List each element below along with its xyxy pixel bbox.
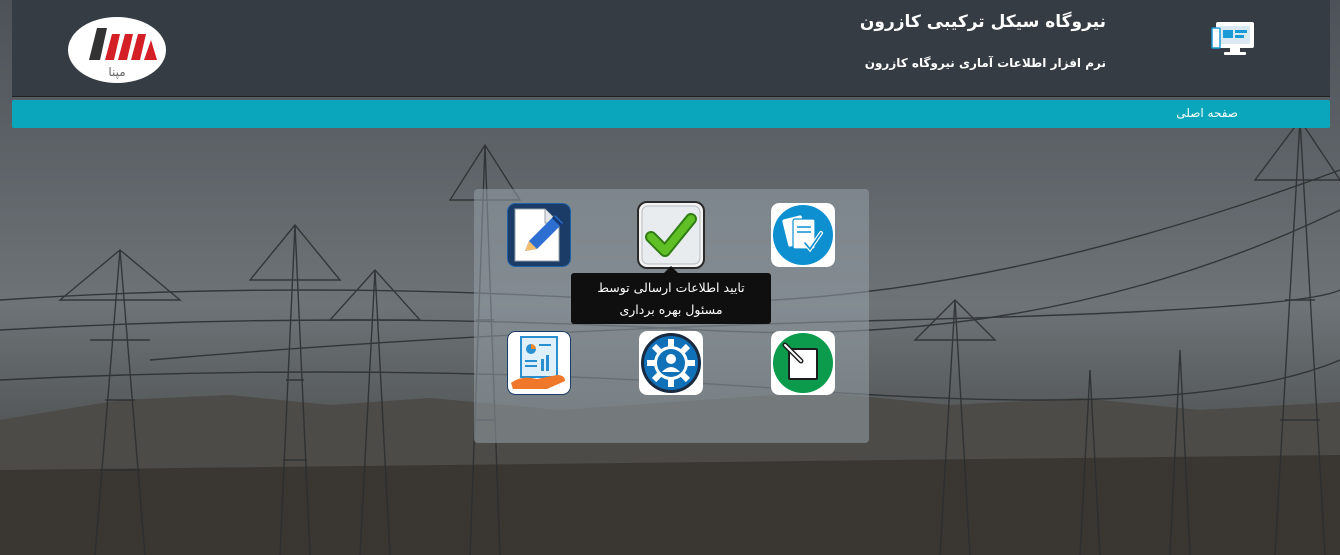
tooltip-arrow bbox=[664, 266, 678, 273]
report-hand-icon bbox=[507, 331, 571, 395]
user-gear-icon bbox=[639, 331, 703, 395]
approve-check-icon bbox=[637, 201, 705, 269]
notepad-edit-tile[interactable] bbox=[771, 331, 835, 395]
page-subtitle: نرم افزار اطلاعات آماری نیروگاه کازرون bbox=[864, 56, 1106, 70]
user-settings-tile[interactable] bbox=[639, 331, 703, 395]
documents-check-icon bbox=[771, 203, 835, 267]
notepad-edit-icon bbox=[771, 331, 835, 395]
tooltip-line-2: مسئول بهره برداری bbox=[619, 302, 723, 317]
main-navbar: صفحه اصلی bbox=[12, 100, 1330, 128]
mapna-logo: مپنا bbox=[67, 16, 167, 84]
approve-tooltip: تایید اطلاعات ارسالی توسط مسئول بهره برد… bbox=[571, 273, 771, 324]
app-header: نیروگاه سیکل ترکیبی کازرون نرم افزار اطل… bbox=[12, 0, 1330, 97]
nav-home-link[interactable]: صفحه اصلی bbox=[1176, 106, 1238, 120]
page-title: نیروگاه سیکل ترکیبی کازرون bbox=[859, 12, 1106, 32]
approve-data-tile[interactable] bbox=[637, 201, 705, 269]
report-tile[interactable] bbox=[507, 331, 571, 395]
dashboard-screen-icon bbox=[1211, 22, 1254, 55]
tooltip-line-1: تایید اطلاعات ارسالی توسط bbox=[597, 280, 745, 295]
logo-text: مپنا bbox=[108, 65, 125, 79]
edit-document-icon bbox=[507, 203, 571, 267]
documents-check-tile[interactable] bbox=[771, 203, 835, 267]
edit-document-tile[interactable] bbox=[507, 203, 571, 267]
